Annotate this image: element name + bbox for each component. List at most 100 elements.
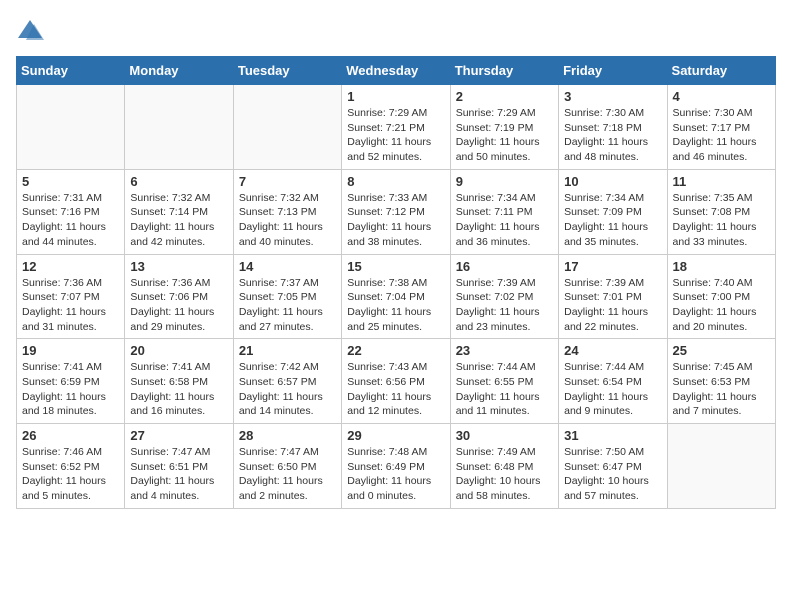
weekday-header-thursday: Thursday xyxy=(450,57,558,85)
calendar-cell xyxy=(667,424,775,509)
day-info: Sunrise: 7:48 AM Sunset: 6:49 PM Dayligh… xyxy=(347,445,444,504)
day-info: Sunrise: 7:44 AM Sunset: 6:54 PM Dayligh… xyxy=(564,360,661,419)
calendar-cell: 17 Sunrise: 7:39 AM Sunset: 7:01 PM Dayli… xyxy=(559,254,667,339)
day-info: Sunrise: 7:47 AM Sunset: 6:50 PM Dayligh… xyxy=(239,445,336,504)
calendar-cell: 3 Sunrise: 7:30 AM Sunset: 7:18 PM Daylig… xyxy=(559,85,667,170)
day-number: 30 xyxy=(456,428,553,443)
calendar-cell: 28Sunrise: 7:47 AM Sunset: 6:50 PM Dayli… xyxy=(233,424,341,509)
calendar-week-4: 19 Sunrise: 7:41 AM Sunset: 6:59 PM Dayli… xyxy=(17,339,776,424)
day-number: 17 xyxy=(564,259,661,274)
day-info: Sunrise: 7:40 AM Sunset: 7:00 PM Dayligh… xyxy=(673,276,770,335)
calendar-cell: 25Sunrise: 7:45 AM Sunset: 6:53 PM Dayli… xyxy=(667,339,775,424)
calendar-cell: 6Sunrise: 7:32 AM Sunset: 7:14 PM Daylig… xyxy=(125,169,233,254)
day-info: Sunrise: 7:45 AM Sunset: 6:53 PM Dayligh… xyxy=(673,360,770,419)
day-info: Sunrise: 7:47 AM Sunset: 6:51 PM Dayligh… xyxy=(130,445,227,504)
calendar-cell: 29 Sunrise: 7:48 AM Sunset: 6:49 PM Dayli… xyxy=(342,424,450,509)
calendar-cell: 10 Sunrise: 7:34 AM Sunset: 7:09 PM Dayli… xyxy=(559,169,667,254)
calendar-cell: 20 Sunrise: 7:41 AM Sunset: 6:58 PM Dayli… xyxy=(125,339,233,424)
calendar-cell: 31Sunrise: 7:50 AM Sunset: 6:47 PM Dayli… xyxy=(559,424,667,509)
day-info: Sunrise: 7:38 AM Sunset: 7:04 PM Dayligh… xyxy=(347,276,444,335)
day-info: Sunrise: 7:36 AM Sunset: 7:07 PM Dayligh… xyxy=(22,276,119,335)
day-number: 3 xyxy=(564,89,661,104)
day-info: Sunrise: 7:46 AM Sunset: 6:52 PM Dayligh… xyxy=(22,445,119,504)
day-number: 29 xyxy=(347,428,444,443)
calendar-week-2: 5 Sunrise: 7:31 AM Sunset: 7:16 PM Daylig… xyxy=(17,169,776,254)
day-info: Sunrise: 7:35 AM Sunset: 7:08 PM Dayligh… xyxy=(673,191,770,250)
day-number: 27 xyxy=(130,428,227,443)
day-info: Sunrise: 7:44 AM Sunset: 6:55 PM Dayligh… xyxy=(456,360,553,419)
calendar-cell: 11 Sunrise: 7:35 AM Sunset: 7:08 PM Dayli… xyxy=(667,169,775,254)
day-number: 22 xyxy=(347,343,444,358)
day-number: 21 xyxy=(239,343,336,358)
calendar-cell: 27 Sunrise: 7:47 AM Sunset: 6:51 PM Dayli… xyxy=(125,424,233,509)
day-number: 5 xyxy=(22,174,119,189)
day-number: 24 xyxy=(564,343,661,358)
weekday-header-row: SundayMondayTuesdayWednesdayThursdayFrid… xyxy=(17,57,776,85)
day-info: Sunrise: 7:49 AM Sunset: 6:48 PM Dayligh… xyxy=(456,445,553,504)
day-number: 16 xyxy=(456,259,553,274)
calendar-cell: 19 Sunrise: 7:41 AM Sunset: 6:59 PM Dayli… xyxy=(17,339,125,424)
day-info: Sunrise: 7:30 AM Sunset: 7:17 PM Dayligh… xyxy=(673,106,770,165)
weekday-header-tuesday: Tuesday xyxy=(233,57,341,85)
calendar-week-5: 26 Sunrise: 7:46 AM Sunset: 6:52 PM Dayli… xyxy=(17,424,776,509)
day-number: 23 xyxy=(456,343,553,358)
day-info: Sunrise: 7:29 AM Sunset: 7:19 PM Dayligh… xyxy=(456,106,553,165)
weekday-header-monday: Monday xyxy=(125,57,233,85)
day-number: 15 xyxy=(347,259,444,274)
logo xyxy=(16,16,48,44)
calendar-cell: 8 Sunrise: 7:33 AM Sunset: 7:12 PM Daylig… xyxy=(342,169,450,254)
day-info: Sunrise: 7:31 AM Sunset: 7:16 PM Dayligh… xyxy=(22,191,119,250)
calendar-cell xyxy=(233,85,341,170)
day-number: 13 xyxy=(130,259,227,274)
calendar-week-1: 1 Sunrise: 7:29 AM Sunset: 7:21 PM Daylig… xyxy=(17,85,776,170)
calendar-cell: 24 Sunrise: 7:44 AM Sunset: 6:54 PM Dayli… xyxy=(559,339,667,424)
calendar-table: SundayMondayTuesdayWednesdayThursdayFrid… xyxy=(16,56,776,509)
day-info: Sunrise: 7:34 AM Sunset: 7:09 PM Dayligh… xyxy=(564,191,661,250)
day-info: Sunrise: 7:37 AM Sunset: 7:05 PM Dayligh… xyxy=(239,276,336,335)
weekday-header-wednesday: Wednesday xyxy=(342,57,450,85)
day-info: Sunrise: 7:36 AM Sunset: 7:06 PM Dayligh… xyxy=(130,276,227,335)
day-info: Sunrise: 7:39 AM Sunset: 7:01 PM Dayligh… xyxy=(564,276,661,335)
day-number: 7 xyxy=(239,174,336,189)
calendar-cell xyxy=(125,85,233,170)
calendar-cell: 23 Sunrise: 7:44 AM Sunset: 6:55 PM Dayli… xyxy=(450,339,558,424)
day-number: 9 xyxy=(456,174,553,189)
day-number: 4 xyxy=(673,89,770,104)
calendar-cell xyxy=(17,85,125,170)
calendar-cell: 14Sunrise: 7:37 AM Sunset: 7:05 PM Dayli… xyxy=(233,254,341,339)
day-number: 1 xyxy=(347,89,444,104)
calendar-cell: 26 Sunrise: 7:46 AM Sunset: 6:52 PM Dayli… xyxy=(17,424,125,509)
calendar-cell: 7 Sunrise: 7:32 AM Sunset: 7:13 PM Daylig… xyxy=(233,169,341,254)
day-number: 19 xyxy=(22,343,119,358)
day-number: 6 xyxy=(130,174,227,189)
calendar-cell: 22 Sunrise: 7:43 AM Sunset: 6:56 PM Dayli… xyxy=(342,339,450,424)
day-info: Sunrise: 7:30 AM Sunset: 7:18 PM Dayligh… xyxy=(564,106,661,165)
weekday-header-saturday: Saturday xyxy=(667,57,775,85)
logo-icon xyxy=(16,16,44,44)
day-number: 10 xyxy=(564,174,661,189)
calendar-cell: 4 Sunrise: 7:30 AM Sunset: 7:17 PM Daylig… xyxy=(667,85,775,170)
day-number: 20 xyxy=(130,343,227,358)
calendar-cell: 15 Sunrise: 7:38 AM Sunset: 7:04 PM Dayli… xyxy=(342,254,450,339)
day-info: Sunrise: 7:33 AM Sunset: 7:12 PM Dayligh… xyxy=(347,191,444,250)
page-header xyxy=(16,16,776,44)
day-info: Sunrise: 7:29 AM Sunset: 7:21 PM Dayligh… xyxy=(347,106,444,165)
day-info: Sunrise: 7:42 AM Sunset: 6:57 PM Dayligh… xyxy=(239,360,336,419)
day-info: Sunrise: 7:39 AM Sunset: 7:02 PM Dayligh… xyxy=(456,276,553,335)
day-info: Sunrise: 7:43 AM Sunset: 6:56 PM Dayligh… xyxy=(347,360,444,419)
day-info: Sunrise: 7:34 AM Sunset: 7:11 PM Dayligh… xyxy=(456,191,553,250)
day-info: Sunrise: 7:32 AM Sunset: 7:13 PM Dayligh… xyxy=(239,191,336,250)
calendar-cell: 1 Sunrise: 7:29 AM Sunset: 7:21 PM Daylig… xyxy=(342,85,450,170)
calendar-cell: 18 Sunrise: 7:40 AM Sunset: 7:00 PM Dayli… xyxy=(667,254,775,339)
calendar-cell: 30 Sunrise: 7:49 AM Sunset: 6:48 PM Dayli… xyxy=(450,424,558,509)
day-number: 18 xyxy=(673,259,770,274)
day-info: Sunrise: 7:41 AM Sunset: 6:59 PM Dayligh… xyxy=(22,360,119,419)
calendar-cell: 13 Sunrise: 7:36 AM Sunset: 7:06 PM Dayli… xyxy=(125,254,233,339)
calendar-week-3: 12Sunrise: 7:36 AM Sunset: 7:07 PM Dayli… xyxy=(17,254,776,339)
day-number: 8 xyxy=(347,174,444,189)
day-number: 11 xyxy=(673,174,770,189)
weekday-header-friday: Friday xyxy=(559,57,667,85)
day-number: 26 xyxy=(22,428,119,443)
day-info: Sunrise: 7:50 AM Sunset: 6:47 PM Dayligh… xyxy=(564,445,661,504)
day-info: Sunrise: 7:41 AM Sunset: 6:58 PM Dayligh… xyxy=(130,360,227,419)
